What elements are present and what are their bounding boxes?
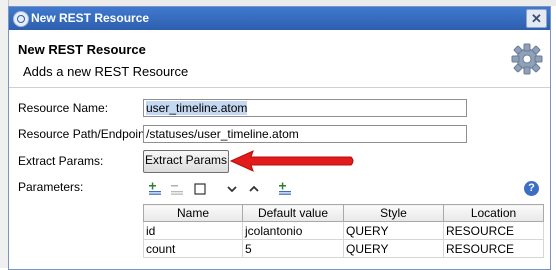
- parameters-table: Name Default value Style Location id jco…: [143, 204, 544, 258]
- red-arrow-annotation: [229, 150, 354, 172]
- param-default-cell[interactable]: jcolantonio: [242, 221, 344, 240]
- column-header-style[interactable]: Style: [343, 204, 444, 222]
- resource-name-label: Resource Name:: [18, 101, 109, 115]
- parameters-label: Parameters:: [18, 180, 84, 194]
- param-style-cell[interactable]: QUERY: [343, 221, 444, 240]
- banner-subtitle: Adds a new REST Resource: [23, 64, 189, 79]
- new-rest-resource-dialog: New REST Resource ✕ New REST Resource Ad…: [8, 6, 551, 270]
- app-icon: [13, 11, 29, 27]
- table-header-row: Name Default value Style Location: [143, 204, 544, 222]
- resource-name-input[interactable]: user_timeline.atom: [143, 99, 467, 117]
- param-location-cell[interactable]: RESOURCE: [443, 239, 544, 258]
- extract-params-button[interactable]: Extract Params: [143, 150, 229, 173]
- resource-path-label: Resource Path/Endpoint:: [18, 127, 152, 141]
- param-location-cell[interactable]: RESOURCE: [443, 221, 544, 240]
- remove-parameter-icon[interactable]: [170, 182, 184, 196]
- add-template-parameter-icon[interactable]: [278, 182, 292, 196]
- resource-name-value: user_timeline.atom: [146, 101, 248, 115]
- move-up-icon[interactable]: [247, 182, 261, 196]
- add-parameter-icon[interactable]: [148, 182, 162, 196]
- banner-title: New REST Resource: [18, 42, 146, 57]
- dialog-title: New REST Resource: [31, 11, 150, 25]
- column-header-location[interactable]: Location: [443, 204, 544, 222]
- help-icon[interactable]: ?: [524, 181, 539, 196]
- param-name-cell[interactable]: count: [143, 239, 243, 258]
- clear-parameters-icon[interactable]: [193, 182, 207, 196]
- param-style-cell[interactable]: QUERY: [343, 239, 444, 258]
- extract-params-label: Extract Params:: [18, 154, 104, 168]
- title-bar[interactable]: New REST Resource ✕: [9, 7, 550, 30]
- resource-path-input[interactable]: /statuses/user_timeline.atom: [143, 125, 467, 143]
- move-down-icon[interactable]: [225, 182, 239, 196]
- gear-icon: [511, 43, 543, 75]
- param-name-cell[interactable]: id: [143, 221, 243, 240]
- close-button[interactable]: ✕: [526, 9, 547, 28]
- table-row[interactable]: count 5 QUERY RESOURCE: [143, 239, 544, 258]
- column-header-name[interactable]: Name: [143, 204, 243, 222]
- param-default-cell[interactable]: 5: [242, 239, 344, 258]
- table-row[interactable]: id jcolantonio QUERY RESOURCE: [143, 221, 544, 240]
- column-header-default-value[interactable]: Default value: [242, 204, 344, 222]
- dialog-banner: New REST Resource Adds a new REST Resour…: [9, 30, 550, 88]
